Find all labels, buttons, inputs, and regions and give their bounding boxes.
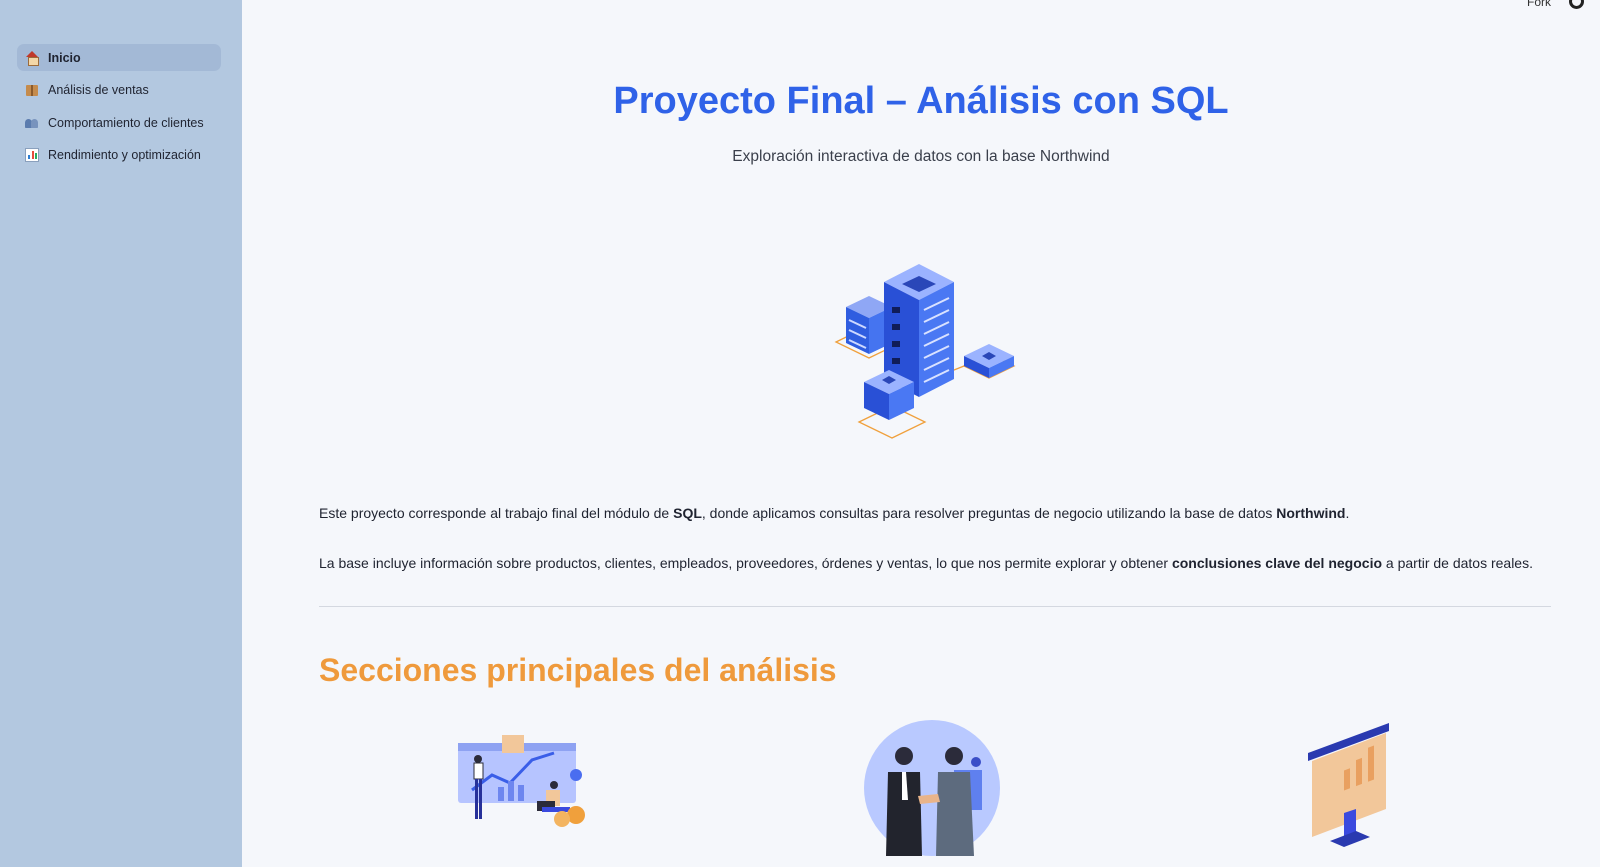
sidebar-item-analisis-ventas[interactable]: Análisis de ventas <box>17 77 221 104</box>
paragraph-bold: Northwind <box>1276 505 1346 521</box>
bar-chart-icon <box>25 148 39 162</box>
sidebar: Inicio Análisis de ventas Comportamiento… <box>0 0 242 867</box>
database-paragraph: La base incluye información sobre produc… <box>319 555 1533 571</box>
paragraph-text: a partir de datos reales. <box>1382 555 1533 571</box>
performance-board-illustration <box>1308 723 1389 847</box>
package-icon <box>25 83 39 97</box>
paragraph-text: , donde aplicamos consultas para resolve… <box>701 505 1277 521</box>
sidebar-item-label: Rendimiento y optimización <box>48 148 201 162</box>
sidebar-item-comportamiento-clientes[interactable]: Comportamiento de clientes <box>17 109 221 136</box>
intro-paragraph: Este proyecto corresponde al trabajo fin… <box>319 505 1349 521</box>
section-title: Secciones principales del análisis <box>319 652 837 688</box>
sidebar-item-rendimiento[interactable]: Rendimiento y optimización <box>17 142 221 169</box>
paragraph-bold: SQL <box>673 505 702 521</box>
paragraph-bold: conclusiones clave del negocio <box>1171 555 1383 571</box>
paragraph-text: . <box>1345 505 1350 521</box>
main-content: Proyecto Final – Análisis con SQL Explor… <box>242 0 1600 867</box>
sidebar-item-label: Análisis de ventas <box>48 83 149 97</box>
sales-analysis-illustration <box>458 735 585 827</box>
house-icon <box>25 50 39 66</box>
sidebar-item-inicio[interactable]: Inicio <box>17 44 221 71</box>
page-subtitle: Exploración interactiva de datos con la … <box>732 148 1110 165</box>
sidebar-item-label: Inicio <box>48 50 81 65</box>
page-title: Proyecto Final – Análisis con SQL <box>613 80 1229 122</box>
sidebar-nav: Inicio Análisis de ventas Comportamiento… <box>17 44 221 174</box>
divider <box>319 606 1551 607</box>
paragraph-text: La base incluye información sobre produc… <box>319 555 1172 571</box>
people-icon <box>25 116 39 130</box>
paragraph-text: Este proyecto corresponde al trabajo fin… <box>319 505 674 521</box>
sidebar-item-label: Comportamiento de clientes <box>48 115 204 130</box>
customer-handshake-illustration <box>864 720 1000 856</box>
database-servers-illustration <box>834 264 1016 439</box>
